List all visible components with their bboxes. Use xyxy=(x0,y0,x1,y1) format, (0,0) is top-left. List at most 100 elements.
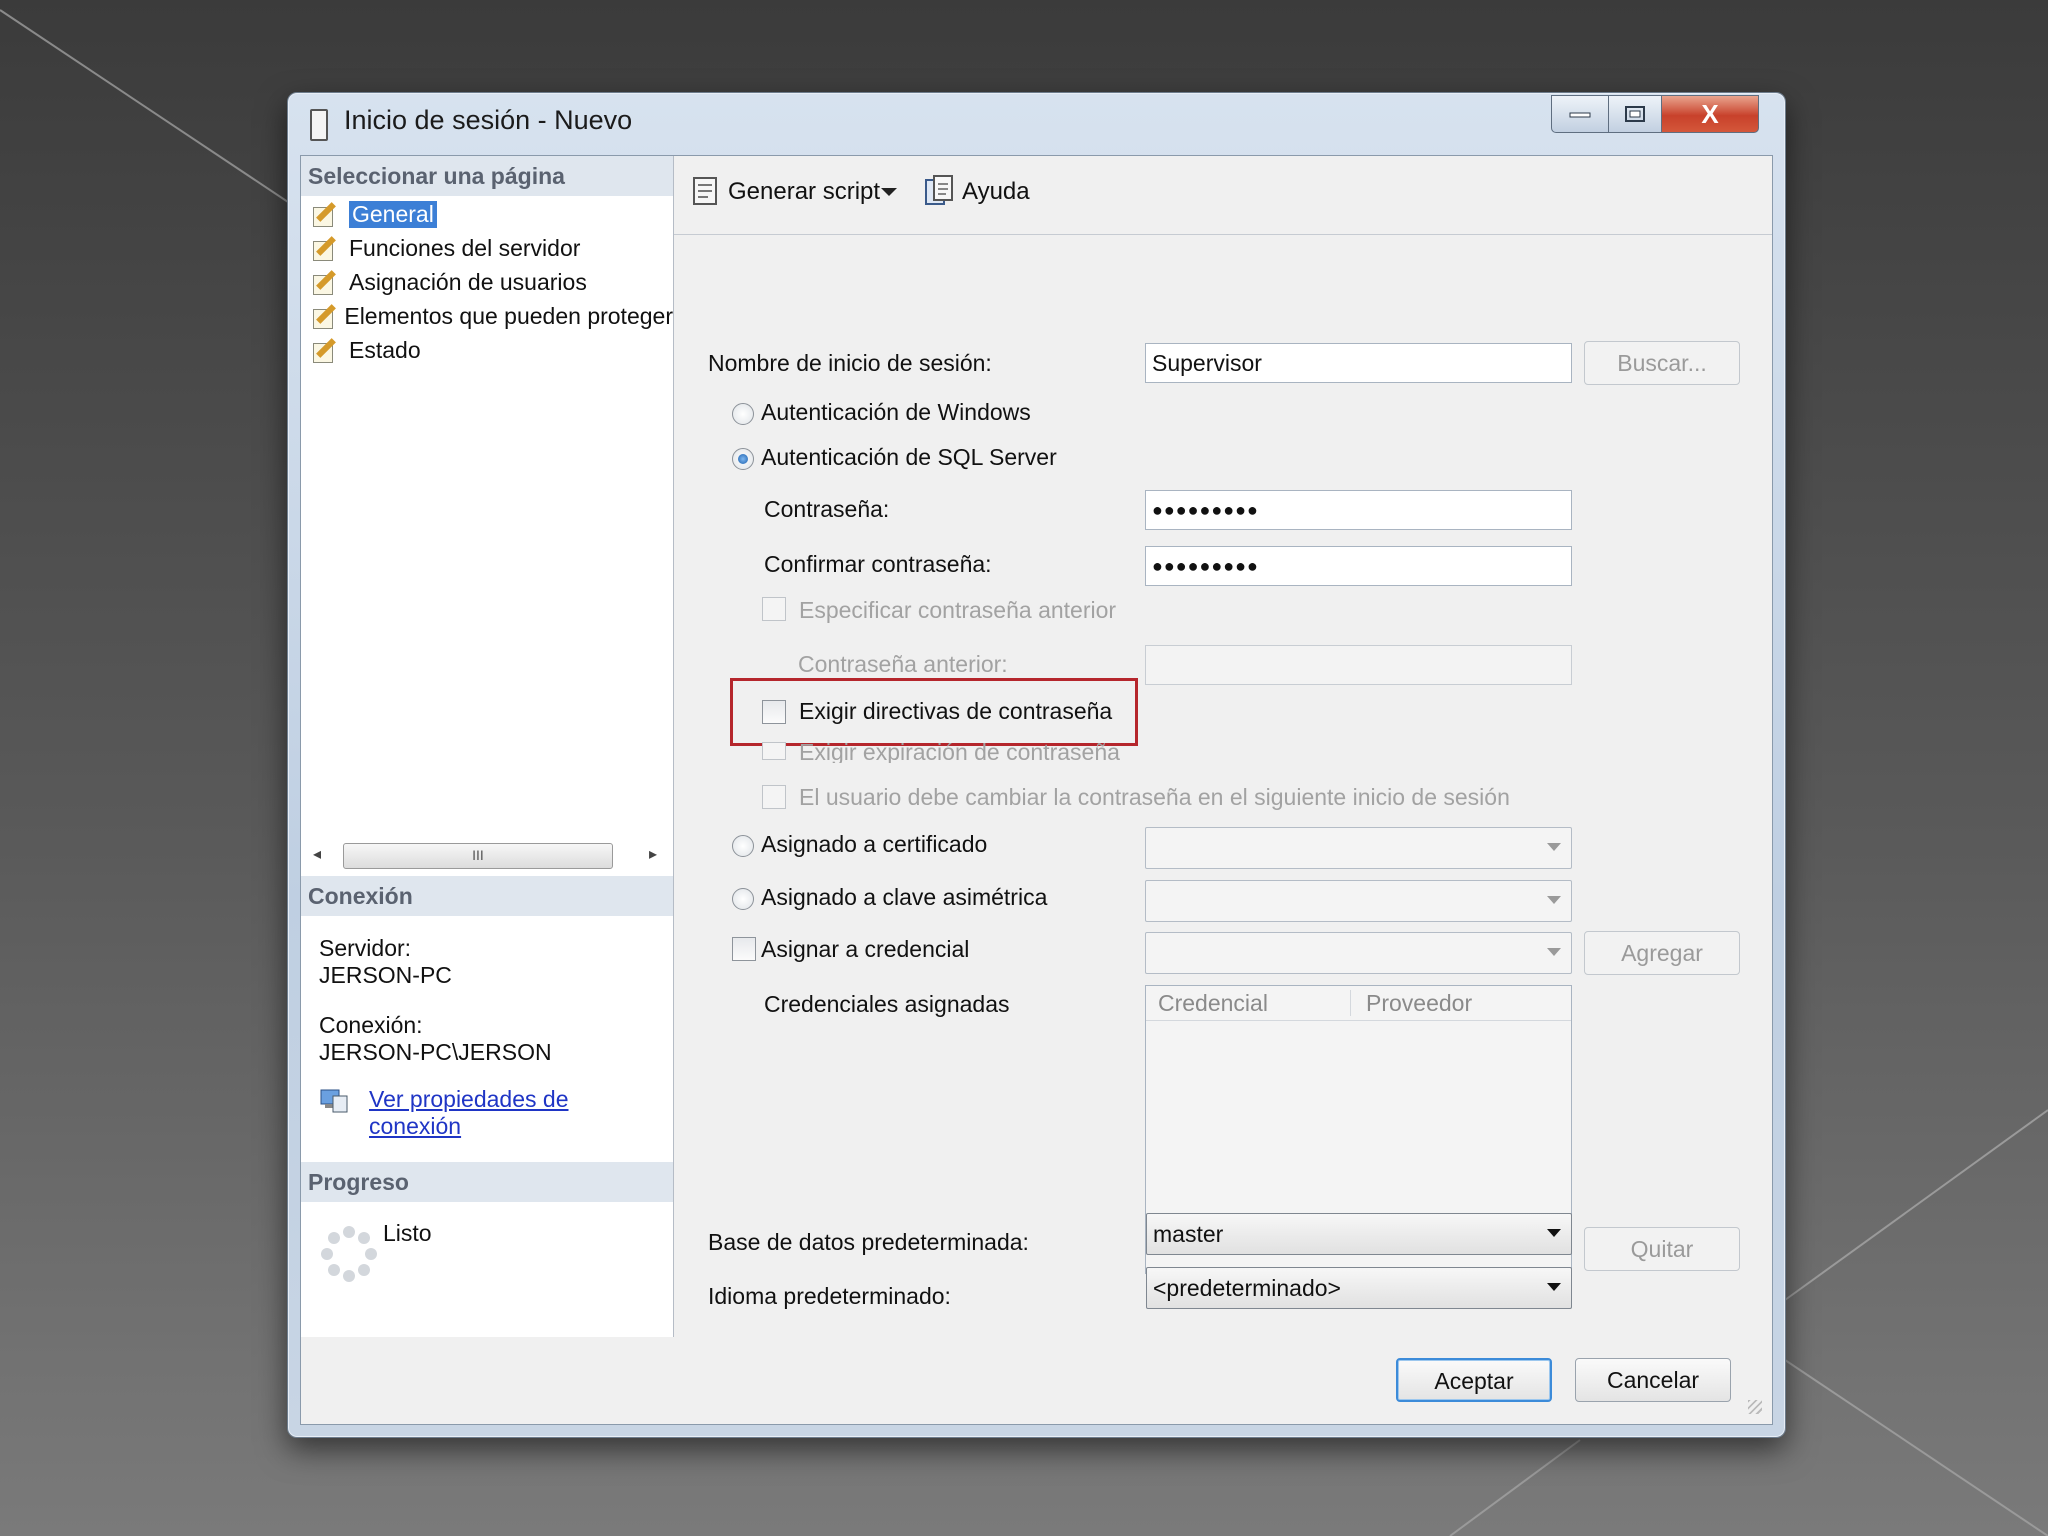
generate-script-button[interactable]: Generar script xyxy=(688,172,880,212)
left-panel: Seleccionar una página General Funciones… xyxy=(301,156,674,1337)
scroll-grip: III xyxy=(472,847,484,863)
maximize-button[interactable] xyxy=(1608,95,1662,133)
link-line-2: conexión xyxy=(369,1113,462,1139)
dialog-icon xyxy=(310,109,328,141)
connection-label: Conexión: xyxy=(319,1012,423,1038)
page-item-server-roles[interactable]: Funciones del servidor xyxy=(311,232,580,264)
script-icon xyxy=(693,177,717,205)
certificate-radio[interactable] xyxy=(732,835,754,857)
default-language-select[interactable]: <predeterminado> xyxy=(1146,1267,1572,1309)
page-item-securables[interactable]: Elementos que pueden proteger xyxy=(311,300,673,332)
progress-spinner-icon xyxy=(321,1226,377,1282)
default-database-value: master xyxy=(1153,1221,1224,1247)
specify-old-password-label: Especificar contraseña anterior xyxy=(799,597,1117,623)
connection-header: Conexión xyxy=(301,876,673,916)
close-icon: X xyxy=(1701,98,1719,129)
scroll-right-arrow-icon[interactable]: ▸ xyxy=(649,844,657,864)
page-icon xyxy=(311,303,336,329)
grid-column-divider xyxy=(1350,990,1351,1016)
credential-label: Asignar a credencial xyxy=(761,936,970,962)
enforce-policy-label: Exigir directivas de contraseña xyxy=(799,698,1113,724)
title-bar[interactable]: Inicio de sesión - Nuevo X xyxy=(288,93,1785,153)
default-language-value: <predeterminado> xyxy=(1153,1275,1341,1301)
page-item-status[interactable]: Estado xyxy=(311,334,421,366)
page-icon xyxy=(311,337,341,363)
page-item-general[interactable]: General xyxy=(311,198,437,230)
remove-credential-button[interactable]: Quitar xyxy=(1584,1227,1740,1271)
credential-checkbox[interactable] xyxy=(732,937,756,961)
assigned-credentials-label: Credenciales asignadas xyxy=(764,991,1010,1017)
certificate-select[interactable] xyxy=(1145,827,1572,869)
search-button[interactable]: Buscar... xyxy=(1584,341,1740,385)
sql-auth-radio[interactable] xyxy=(732,448,754,470)
page-icon xyxy=(311,235,341,261)
chevron-down-icon xyxy=(1547,948,1561,956)
enforce-expiration-checkbox[interactable] xyxy=(762,742,786,760)
default-database-select[interactable]: master xyxy=(1146,1213,1572,1255)
resize-grip[interactable] xyxy=(1748,1400,1762,1414)
help-button[interactable]: Ayuda xyxy=(922,172,1030,212)
specify-old-password-checkbox[interactable] xyxy=(762,597,786,621)
pages-horizontal-scrollbar[interactable]: ◂ III ▸ xyxy=(309,840,665,870)
minimize-icon xyxy=(1569,112,1591,118)
windows-auth-radio[interactable] xyxy=(732,403,754,425)
toolbar: Generar script Ayuda xyxy=(674,156,1772,235)
default-language-label: Idioma predeterminado: xyxy=(708,1283,951,1309)
sql-auth-label: Autenticación de SQL Server xyxy=(761,444,1057,470)
script-dropdown-button[interactable] xyxy=(880,172,898,212)
chevron-down-icon xyxy=(881,188,897,196)
chevron-down-icon xyxy=(1547,896,1561,904)
password-label: Contraseña: xyxy=(764,496,890,522)
server-label: Servidor: xyxy=(319,935,412,961)
enforce-expiration-label: Exigir expiración de contraseña xyxy=(799,743,1120,763)
scroll-thumb[interactable]: III xyxy=(343,843,613,869)
must-change-label: El usuario debe cambiar la contraseña en… xyxy=(799,784,1510,810)
default-database-label: Base de datos predeterminada: xyxy=(708,1229,1029,1255)
connection-properties-icon xyxy=(320,1089,348,1113)
chevron-down-icon xyxy=(1547,843,1561,851)
asymmetric-key-label: Asignado a clave asimétrica xyxy=(761,884,1048,910)
close-button[interactable]: X xyxy=(1661,95,1759,133)
window-title: Inicio de sesión - Nuevo xyxy=(344,105,633,135)
confirm-password-input[interactable]: ●●●●●●●●● xyxy=(1145,546,1572,586)
link-line-1: Ver propiedades de xyxy=(369,1086,569,1112)
login-name-input[interactable]: Supervisor xyxy=(1145,343,1572,383)
page-icon xyxy=(311,269,341,295)
asymmetric-key-radio[interactable] xyxy=(732,888,754,910)
scroll-left-arrow-icon[interactable]: ◂ xyxy=(313,844,321,864)
cancel-button[interactable]: Cancelar xyxy=(1575,1358,1731,1402)
page-icon xyxy=(311,201,341,227)
add-credential-button[interactable]: Agregar xyxy=(1584,931,1740,975)
progress-status: Listo xyxy=(383,1220,432,1246)
page-item-user-mapping[interactable]: Asignación de usuarios xyxy=(311,266,587,298)
chevron-down-icon xyxy=(1547,1229,1561,1237)
must-change-checkbox[interactable] xyxy=(762,785,786,809)
generate-script-label: Generar script xyxy=(728,178,881,205)
page-label: Estado xyxy=(349,336,421,363)
help-label: Ayuda xyxy=(962,178,1030,205)
chevron-down-icon xyxy=(1547,1283,1561,1291)
old-password-input[interactable] xyxy=(1145,645,1572,685)
minimize-button[interactable] xyxy=(1551,95,1609,133)
grid-column-provider[interactable]: Proveedor xyxy=(1366,986,1472,1020)
certificate-label: Asignado a certificado xyxy=(761,831,988,857)
page-label: Asignación de usuarios xyxy=(349,268,587,295)
enforce-policy-checkbox[interactable] xyxy=(762,700,786,724)
credential-select[interactable] xyxy=(1145,932,1572,974)
login-name-label: Nombre de inicio de sesión: xyxy=(708,350,992,376)
old-password-label: Contraseña anterior: xyxy=(798,651,1008,677)
grid-column-credential[interactable]: Credencial xyxy=(1158,986,1268,1020)
connection-value: JERSON-PC\JERSON xyxy=(319,1039,552,1065)
help-icon xyxy=(925,175,953,205)
select-page-header: Seleccionar una página xyxy=(301,156,673,196)
progress-header: Progreso xyxy=(301,1162,673,1202)
asymmetric-key-select[interactable] xyxy=(1145,880,1572,922)
page-label: General xyxy=(349,200,437,228)
maximize-icon xyxy=(1625,106,1645,122)
view-connection-properties-link[interactable]: Ver propiedades de conexión xyxy=(369,1086,569,1140)
confirm-password-label: Confirmar contraseña: xyxy=(764,551,992,577)
ok-button[interactable]: Aceptar xyxy=(1396,1358,1552,1402)
password-input[interactable]: ●●●●●●●●● xyxy=(1145,490,1572,530)
page-label: Elementos que pueden proteger xyxy=(344,302,673,329)
page-label: Funciones del servidor xyxy=(349,234,581,261)
